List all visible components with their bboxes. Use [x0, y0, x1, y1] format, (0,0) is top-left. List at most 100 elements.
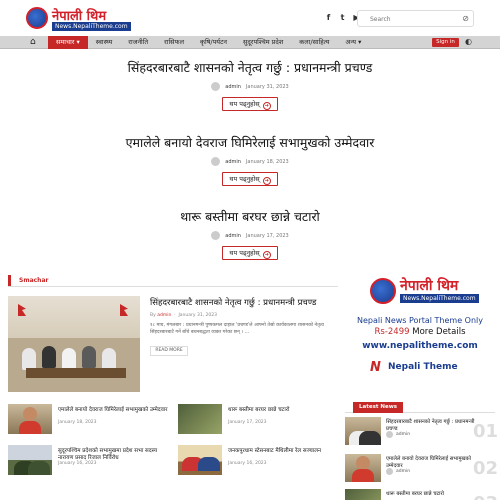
post-author: admin — [386, 468, 410, 475]
twitter-icon[interactable]: t — [338, 13, 347, 22]
post-title[interactable]: जनकपुरधाम स्टेसनबाट मैथिलीमा रेल सञ्चालन — [228, 448, 338, 455]
theme-toggle-icon[interactable]: ◐ — [465, 37, 472, 46]
section-header-samachar: Smachar — [8, 274, 338, 287]
signin-button[interactable]: Sign in — [432, 38, 459, 47]
item-number: 02 — [473, 458, 499, 479]
sidebar-advertisement[interactable]: नेपाली थिम News.NepaliTheme.com Nepali N… — [345, 272, 495, 384]
nav-item-kala[interactable]: कला/साहित्य — [291, 36, 337, 49]
author-name[interactable]: admin — [396, 469, 410, 474]
post-thumbnail[interactable] — [178, 404, 222, 434]
home-icon[interactable]: ⌂ — [30, 37, 36, 47]
facebook-icon[interactable]: f — [324, 13, 333, 22]
featured-date: January 31, 2023 — [245, 83, 289, 90]
latest-news-label: Latest News — [353, 402, 404, 413]
logo-url: News.NepaliTheme.com — [52, 22, 131, 31]
nav-item-anya[interactable]: अन्य ▾ — [337, 36, 369, 49]
avatar — [386, 431, 393, 438]
nav-item-sudurpaschim[interactable]: सुदूरपश्चिम प्रदेश — [235, 36, 291, 49]
nav-item-swasthya[interactable]: स्वास्थ्य — [88, 36, 121, 49]
nav-item-samachar[interactable]: समाचार ▾ — [48, 36, 88, 49]
list-item[interactable]: सिंहदरबारबाटै शासनको नेतृत्व गर्छु : प्र… — [345, 417, 499, 449]
featured-meta: admin January 17, 2023 — [0, 231, 500, 240]
post-thumbnail[interactable] — [8, 404, 52, 434]
search-icon[interactable]: ⊘ — [462, 14, 469, 23]
brand-mark: N — [370, 360, 381, 375]
person-shape — [102, 348, 116, 370]
globe-icon — [370, 278, 396, 304]
arrow-right-icon: ➜ — [262, 177, 271, 185]
post-date: January 16, 2023 — [58, 461, 97, 466]
post-title[interactable]: एमालेले बनायो देवराज घिमिरेलाई सभामुखको … — [58, 407, 168, 414]
person-shape — [62, 348, 76, 370]
search-box: ⊘ — [357, 10, 474, 27]
list-item[interactable]: एमालेले बनायो देवराज घिमिरेलाई सभामुखको … — [8, 404, 167, 444]
featured-post: एमालेले बनायो देवराज घिमिरेलाई सभामुखको … — [0, 134, 500, 186]
face-shape — [356, 456, 370, 470]
nav-items: समाचार ▾ स्वास्थ्य राजनीति रासिफल कृषि/प… — [48, 36, 369, 49]
featured-author[interactable]: admin — [225, 159, 241, 165]
avatar — [386, 468, 393, 475]
featured-title[interactable]: थारू बस्तीमा बरघर छान्ने चटारो — [0, 208, 500, 225]
ad-logo: नेपाली थिम News.NepaliTheme.com — [370, 276, 479, 306]
main-post-date: January 31, 2023 — [178, 313, 217, 318]
post-thumbnail[interactable] — [345, 454, 381, 482]
ad-price-line: Rs-2499 More Details — [345, 327, 495, 337]
post-title[interactable]: सुदूरपश्चिम प्रदेशको सभामुखमा प्रदेश सभा… — [58, 448, 168, 462]
search-input[interactable] — [370, 13, 455, 25]
post-date: January 16, 2023 — [228, 461, 267, 466]
nav-item-krishi[interactable]: कृषि/पर्यटन — [192, 36, 235, 49]
ad-site[interactable]: www.nepalitheme.com — [345, 341, 495, 351]
main-post-meta: By admin · January 31, 2023 — [150, 313, 217, 318]
featured-post: सिंहदरबारबाटै शासनको नेतृत्व गर्छु : प्र… — [0, 59, 500, 111]
read-more-button[interactable]: थप पढ्नुहोस् ➜ — [222, 172, 278, 186]
read-more-label: थप पढ्नुहोस् — [229, 100, 260, 108]
arrow-right-icon: ➜ — [262, 251, 271, 259]
featured-title[interactable]: एमालेले बनायो देवराज घिमिरेलाई सभामुखको … — [0, 134, 500, 151]
list-item[interactable]: एमालेले बनायो देवराज घिमिरेलाई सभामुखको … — [345, 454, 499, 486]
list-item[interactable]: थारू बस्तीमा बरघर छान्ने चटारो January 1… — [178, 404, 328, 444]
featured-author[interactable]: admin — [225, 233, 241, 239]
post-author: admin — [386, 431, 410, 438]
site-logo[interactable]: नेपाली थिम News.NepaliTheme.com — [26, 7, 131, 31]
read-more-button[interactable]: थप पढ्नुहोस् ➜ — [222, 97, 278, 111]
post-thumbnail[interactable] — [345, 417, 381, 445]
featured-title[interactable]: सिंहदरबारबाटै शासनको नेतृत्व गर्छु : प्र… — [0, 59, 500, 76]
post-title[interactable]: थारू बस्तीमा बरघर छान्ने चटारो — [228, 407, 338, 414]
social-links: f t ▶ — [324, 13, 361, 22]
featured-meta: admin January 31, 2023 — [0, 82, 500, 91]
post-thumbnail[interactable] — [8, 445, 52, 475]
nav-item-rajniti[interactable]: राजनीति — [120, 36, 156, 49]
person-shape — [42, 346, 56, 368]
avatar — [211, 82, 221, 91]
post-title[interactable]: थारू बस्तीमा बरघर छान्ने चटारो — [386, 491, 476, 498]
post-date: January 17, 2023 — [228, 420, 267, 425]
list-item[interactable]: जनकपुरधाम स्टेसनबाट मैथिलीमा रेल सञ्चालन… — [178, 445, 328, 485]
avatar — [211, 231, 221, 240]
latest-news-header: Latest News — [345, 402, 495, 413]
featured-date: January 18, 2023 — [245, 158, 289, 165]
read-more-label: थप पढ्नुहोस् — [229, 175, 260, 183]
globe-icon — [26, 7, 48, 29]
list-item[interactable]: सुदूरपश्चिम प्रदेशको सभामुखमा प्रदेश सभा… — [8, 445, 158, 485]
read-more-button[interactable]: थप पढ्नुहोस् ➜ — [222, 246, 278, 260]
avatar — [211, 157, 221, 166]
body-shape — [28, 461, 50, 475]
read-more-button[interactable]: READ MORE — [150, 346, 188, 356]
face-shape — [23, 407, 37, 421]
list-item[interactable]: थारू बस्तीमा बरघर छान्ने चटारो 03 — [345, 489, 498, 500]
ad-price: Rs-2499 — [374, 327, 410, 337]
post-thumbnail[interactable] — [345, 489, 381, 500]
item-number: 01 — [473, 421, 499, 442]
author-name[interactable]: admin — [396, 432, 410, 437]
featured-author[interactable]: admin — [225, 84, 241, 90]
main-post-title[interactable]: सिंहदरबारबाटै शासनको नेतृत्व गर्छु : प्र… — [150, 298, 340, 309]
section-label[interactable]: Smachar — [8, 275, 54, 286]
site-header: नेपाली थिम News.NepaliTheme.com f t ▶ ⊘ — [0, 0, 500, 36]
nav-item-rasifal[interactable]: रासिफल — [156, 36, 192, 49]
main-post-author[interactable]: admin — [157, 313, 171, 318]
arrow-right-icon: ➜ — [262, 102, 271, 110]
ad-tagline: Nepali News Portal Theme Only — [356, 316, 484, 325]
main-nav: ⌂ समाचार ▾ स्वास्थ्य राजनीति रासिफल कृषि… — [0, 36, 500, 49]
main-post-image[interactable] — [8, 296, 140, 392]
post-thumbnail[interactable] — [178, 445, 222, 475]
